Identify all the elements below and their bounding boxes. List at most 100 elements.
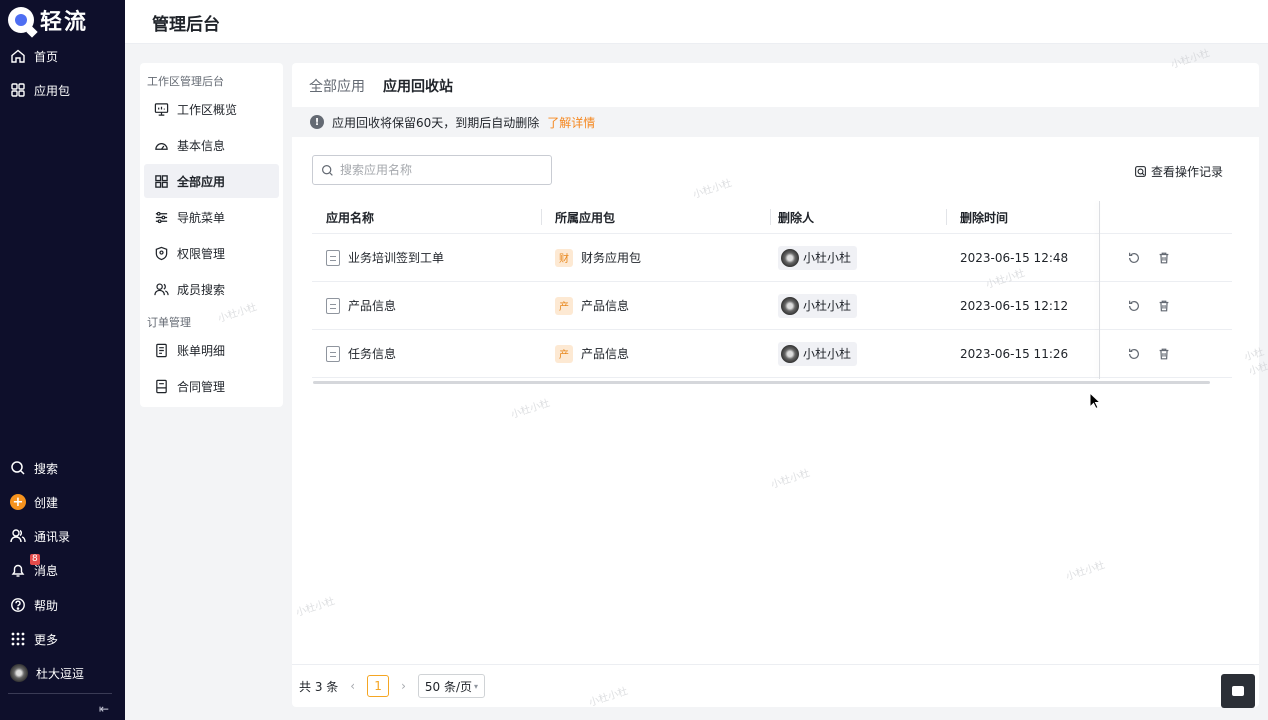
bill-icon <box>156 343 167 357</box>
help-icon <box>11 598 25 612</box>
chat-icon <box>1232 686 1244 696</box>
document-icon <box>326 249 340 266</box>
page-header: 管理后台 <box>125 0 1268 44</box>
search-input[interactable] <box>340 163 540 177</box>
subnav-label-basic-info: 基本信息 <box>177 138 226 153</box>
search-icon <box>11 461 25 475</box>
bell-icon <box>11 564 25 577</box>
user-avatar <box>10 664 28 682</box>
apps-icon <box>155 174 168 188</box>
logo-icon <box>8 7 34 33</box>
subnav-item-bills[interactable]: 账单明细 <box>144 333 279 367</box>
subnav-item-permissions[interactable]: 权限管理 <box>144 236 279 270</box>
horizontal-scrollbar[interactable] <box>313 381 1210 384</box>
next-page-icon[interactable]: › <box>401 679 406 693</box>
operation-log-button[interactable]: 查看操作记录 <box>1134 163 1223 180</box>
chevron-down-icon: ▾ <box>474 681 479 691</box>
deleter-name: 小杜小杜 <box>803 251 852 265</box>
table-row[interactable]: 任务信息 产产品信息 小杜小杜 2023-06-15 11:26 <box>312 330 1232 378</box>
subnav-item-nav-menu[interactable]: 导航菜单 <box>144 200 279 234</box>
app-name: 任务信息 <box>348 347 397 361</box>
nav-create[interactable]: + 创建 <box>10 492 58 512</box>
main-panel: 全部应用 应用回收站 ! 应用回收将保留60天，到期后自动删除 了解详情 查看操… <box>292 63 1259 707</box>
nav-home-label: 首页 <box>34 49 59 64</box>
nav-app-packages[interactable]: 应用包 <box>10 80 70 100</box>
recycle-table: 应用名称 所属应用包 删除人 删除时间 业务培训签到工单 财财务应用包 小杜小杜… <box>312 201 1232 384</box>
left-nav: 轻流 首页 应用包 搜索 + 创建 通讯录 8 消息 帮助 更多 杜大逗逗 ⇤ <box>0 0 125 720</box>
user-chip: 小杜小杜 <box>778 293 858 318</box>
subnav-label-member-search: 成员搜索 <box>177 282 226 297</box>
subnav-label-overview: 工作区概览 <box>177 102 238 117</box>
delete-time: 2023-06-15 12:48 <box>960 250 1069 265</box>
learn-more-link[interactable]: 了解详情 <box>547 114 595 131</box>
avatar <box>781 248 799 267</box>
tab-all-apps[interactable]: 全部应用 <box>309 76 365 102</box>
nav-help[interactable]: 帮助 <box>10 595 58 615</box>
contract-icon <box>156 379 167 393</box>
table-row[interactable]: 产品信息 产产品信息 小杜小杜 2023-06-15 12:12 <box>312 282 1232 330</box>
prev-page-icon[interactable]: ‹ <box>350 679 355 693</box>
subnav-item-all-apps[interactable]: 全部应用 <box>144 164 279 198</box>
nav-divider <box>8 693 112 694</box>
deleter-name: 小杜小杜 <box>803 299 852 313</box>
restore-icon[interactable] <box>1127 347 1141 361</box>
fixed-column-divider <box>1099 201 1100 379</box>
document-icon <box>326 297 340 314</box>
subnav-label-bills: 账单明细 <box>177 343 226 358</box>
search-box[interactable] <box>312 155 552 185</box>
package-tag: 产 <box>555 344 573 363</box>
package-tag: 产 <box>555 296 573 315</box>
app-name: 产品信息 <box>348 299 397 313</box>
nav-profile-label: 杜大逗逗 <box>36 666 85 681</box>
operation-log-label: 查看操作记录 <box>1150 165 1223 179</box>
subnav-item-overview[interactable]: 工作区概览 <box>144 92 279 126</box>
actions-cell <box>1127 282 1171 329</box>
nav-search-label: 搜索 <box>34 461 59 476</box>
package-name: 产品信息 <box>581 347 630 361</box>
deleter-name: 小杜小杜 <box>803 347 852 361</box>
page-number[interactable]: 1 <box>367 675 390 697</box>
subnav-item-contracts[interactable]: 合同管理 <box>144 369 279 403</box>
restore-icon[interactable] <box>1127 299 1141 313</box>
page-size-select[interactable]: 50 条/页 ▾ <box>417 674 486 698</box>
app-name: 业务培训签到工单 <box>348 251 445 265</box>
nav-home[interactable]: 首页 <box>10 46 58 66</box>
col-delete-time: 删除时间 <box>960 210 1009 225</box>
delete-icon[interactable] <box>1157 251 1171 265</box>
col-separator <box>946 209 947 225</box>
app-name-cell: 任务信息 <box>326 330 396 377</box>
package-cell: 产产品信息 <box>555 330 629 377</box>
subnav-item-basic-info[interactable]: 基本信息 <box>144 128 279 162</box>
app-name-cell: 业务培训签到工单 <box>326 234 444 281</box>
nav-create-label: 创建 <box>34 495 59 510</box>
subnav-label-contracts: 合同管理 <box>177 379 226 394</box>
history-icon <box>1135 166 1146 177</box>
col-app-name: 应用名称 <box>326 210 375 225</box>
nav-more[interactable]: 更多 <box>10 629 58 649</box>
page-size-label: 50 条/页 <box>424 679 473 694</box>
subnav-item-member-search[interactable]: 成员搜索 <box>144 272 279 306</box>
shield-icon <box>155 246 168 260</box>
actions-cell <box>1127 234 1171 281</box>
chat-button[interactable] <box>1221 674 1255 708</box>
tab-recycle-bin[interactable]: 应用回收站 <box>383 76 453 110</box>
info-icon: ! <box>310 115 324 129</box>
brand-logo[interactable]: 轻流 <box>8 4 88 36</box>
nav-search[interactable]: 搜索 <box>10 458 58 478</box>
restore-icon[interactable] <box>1127 251 1141 265</box>
contacts-icon <box>10 529 26 543</box>
user-chip: 小杜小杜 <box>778 341 858 366</box>
table-row[interactable]: 业务培训签到工单 财财务应用包 小杜小杜 2023-06-15 12:48 <box>312 234 1232 282</box>
subnav-label-nav-menu: 导航菜单 <box>177 210 226 225</box>
user-chip: 小杜小杜 <box>778 245 858 270</box>
package-name: 财务应用包 <box>581 251 642 265</box>
collapse-icon[interactable]: ⇤ <box>99 702 109 716</box>
nav-profile[interactable]: 杜大逗逗 <box>10 663 84 683</box>
nav-contacts[interactable]: 通讯录 <box>10 526 70 546</box>
col-separator <box>541 209 542 225</box>
delete-icon[interactable] <box>1157 299 1171 313</box>
nav-messages[interactable]: 8 消息 <box>10 554 58 580</box>
document-icon <box>326 345 340 362</box>
plus-icon: + <box>10 494 26 510</box>
delete-icon[interactable] <box>1157 347 1171 361</box>
